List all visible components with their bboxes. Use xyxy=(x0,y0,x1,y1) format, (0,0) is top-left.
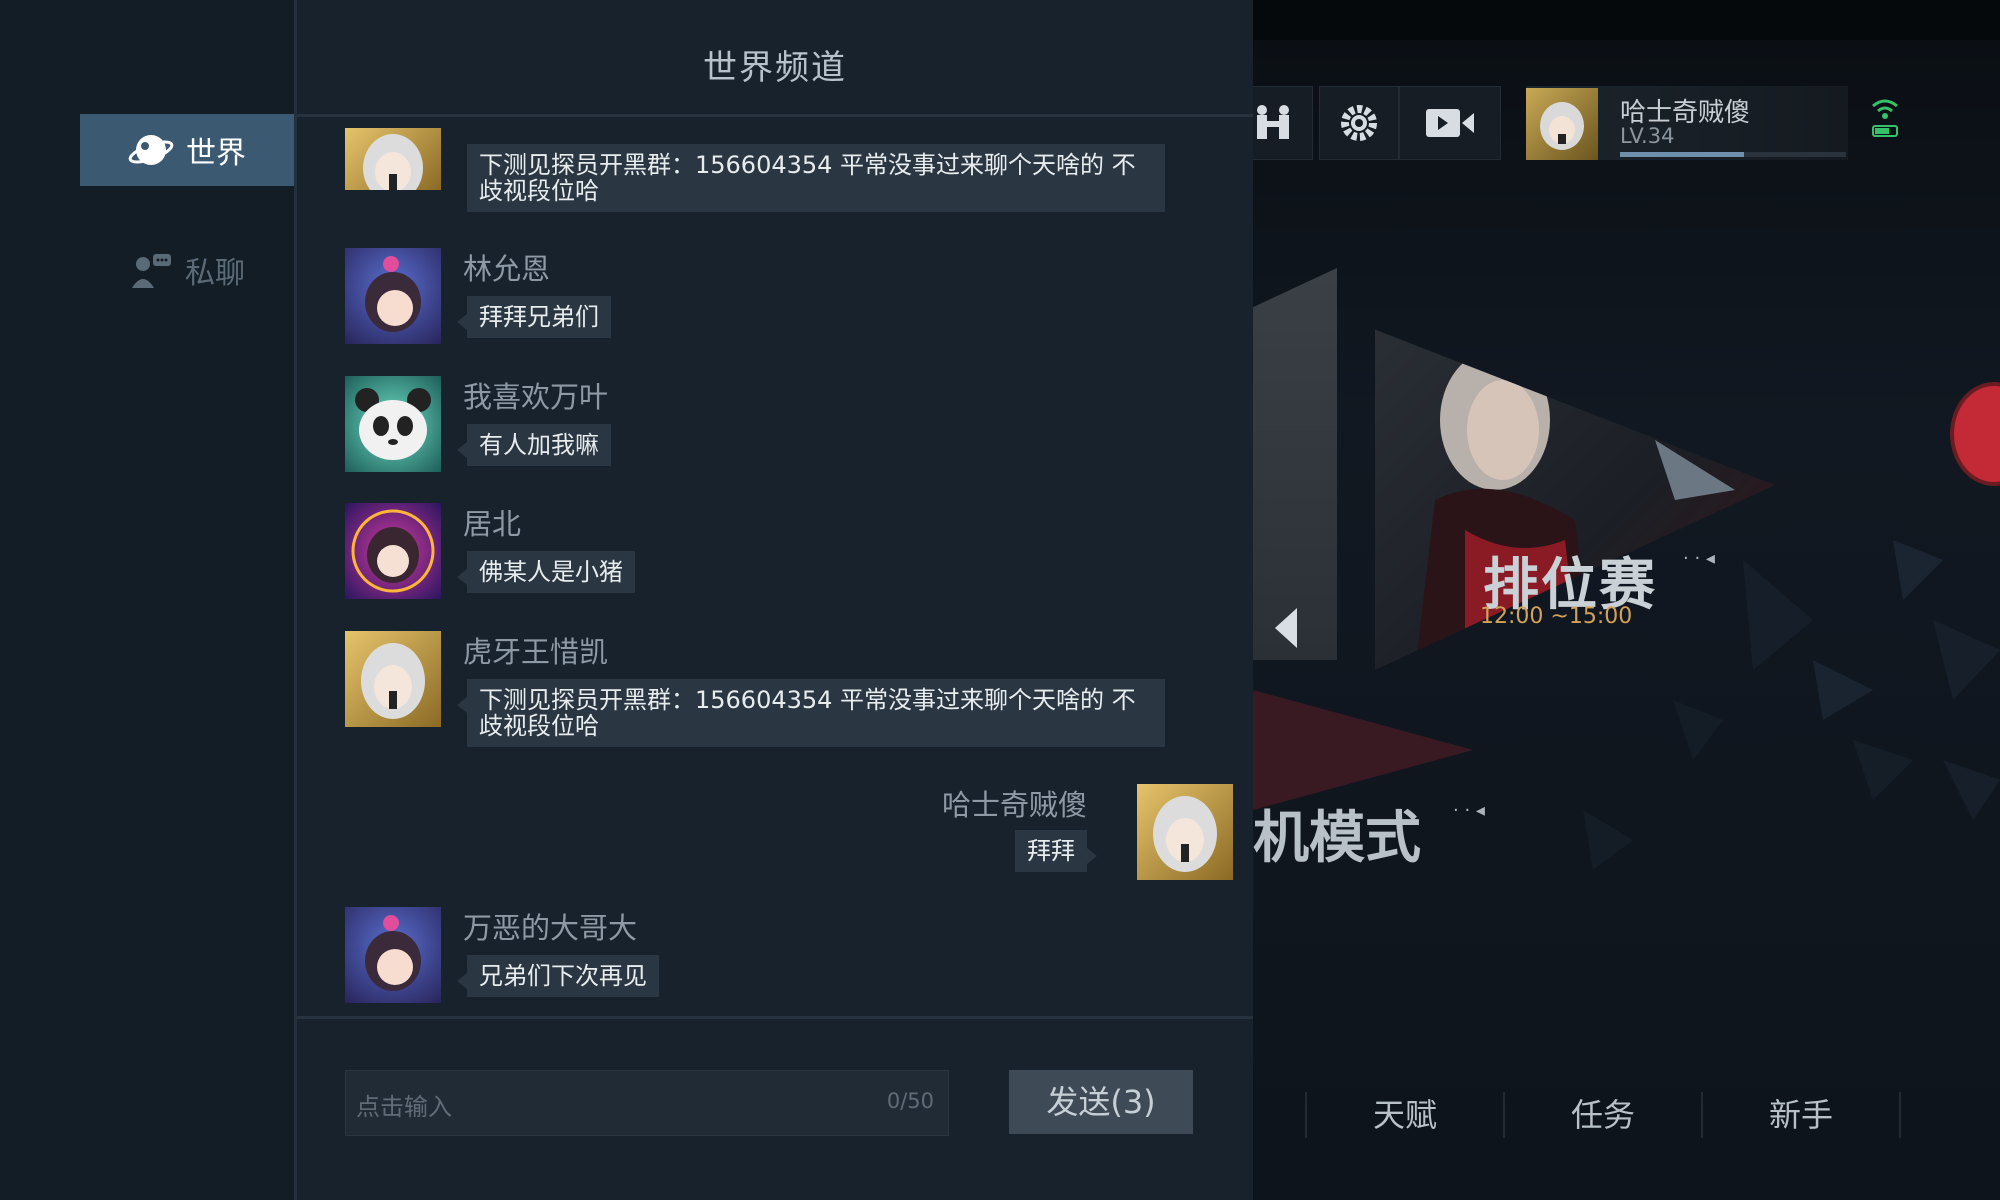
world-chat-panel: 世界频道 下测见探员开黑群：156604354 平常没事过来聊个天啥的 不歧视段… xyxy=(297,0,1253,1200)
message-sender-name[interactable]: 居北 xyxy=(463,501,521,543)
message-bubble: 下测见探员开黑群：156604354 平常没事过来聊个天啥的 不歧视段位哈 xyxy=(467,144,1165,212)
wifi-battery-icon xyxy=(1872,99,1898,137)
video-camera-icon xyxy=(1426,109,1474,137)
other-mode-dots: · · ◂ xyxy=(1453,800,1485,821)
player-profile-card[interactable]: 哈士奇贼傻 LV.34 xyxy=(1526,86,1848,160)
tab-separator xyxy=(1899,1092,1901,1138)
channel-tab-world-label: 世界 xyxy=(186,136,246,171)
xp-bar-fill xyxy=(1620,152,1745,157)
input-divider xyxy=(297,1016,1253,1019)
message-sender-name[interactable]: 虎牙王惜凯 xyxy=(463,629,608,671)
previous-mode-card[interactable] xyxy=(1253,268,1337,660)
message-bubble: 佛某人是小猪 xyxy=(457,551,635,593)
message-bubble: 拜拜 xyxy=(1015,830,1097,872)
tab-newbie[interactable]: 新手 xyxy=(1703,1090,1899,1140)
title-divider xyxy=(297,114,1253,117)
purple-girl-avatar-icon[interactable] xyxy=(345,907,441,1003)
gold-hood-avatar-icon[interactable] xyxy=(345,128,441,190)
chat-input-placeholder: 点击输入 xyxy=(356,1093,452,1121)
send-button[interactable]: 发送(3) xyxy=(1009,1070,1193,1134)
other-mode-banner xyxy=(1253,690,1473,810)
chat-input-counter: 0/50 xyxy=(886,1089,934,1113)
channel-tab-private-label: 私聊 xyxy=(185,256,245,291)
message-sender-name[interactable]: 哈士奇贼傻 xyxy=(942,782,1087,824)
message-bubble: 兄弟们下次再见 xyxy=(457,955,659,997)
gold-hood-avatar-icon[interactable] xyxy=(1137,784,1233,880)
player-avatar xyxy=(1526,88,1598,160)
neon-girl-avatar-icon[interactable] xyxy=(345,503,441,599)
team-button[interactable] xyxy=(1253,86,1313,160)
tab-talent[interactable]: 天赋 xyxy=(1307,1090,1503,1140)
game-lobby-background: 哈士奇贼傻 LV.34 排位赛 12:00 ~15:00 · · ◂ 机模式 ·… xyxy=(1253,0,2000,1200)
channel-tab-world[interactable]: 世界 xyxy=(80,114,294,186)
message-sender-name[interactable]: 万恶的大哥大 xyxy=(463,905,637,947)
player-level: LV.34 xyxy=(1620,124,1675,148)
chat-channel-sidebar: 世界 私聊 xyxy=(0,0,297,1200)
private-chat-icon xyxy=(132,254,171,288)
tab-tasks[interactable]: 任务 xyxy=(1505,1090,1701,1140)
channel-tab-private[interactable]: 私聊 xyxy=(80,234,294,306)
panda-avatar-icon[interactable] xyxy=(345,376,441,472)
settings-button[interactable] xyxy=(1319,86,1399,160)
message-sender-name[interactable]: 林允恩 xyxy=(463,246,550,288)
video-button[interactable] xyxy=(1399,86,1501,160)
left-arrow-icon[interactable] xyxy=(1275,608,1297,648)
rank-mode-dots: · · ◂ xyxy=(1683,548,1715,569)
chat-input-field[interactable]: 点击输入 0/50 xyxy=(345,1070,949,1136)
message-bubble: 拜拜兄弟们 xyxy=(457,296,611,338)
hooded-character-icon xyxy=(1540,102,1584,150)
rank-mode-time: 12:00 ~15:00 xyxy=(1480,604,1633,629)
gold-hood-avatar-icon[interactable] xyxy=(345,631,441,727)
planet-icon xyxy=(128,135,174,165)
gear-icon xyxy=(1341,105,1377,141)
purple-girl-avatar-icon[interactable] xyxy=(345,248,441,344)
chat-channel-title: 世界频道 xyxy=(703,48,847,88)
team-icon xyxy=(1257,105,1289,139)
message-bubble: 有人加我嘛 xyxy=(457,424,611,466)
message-sender-name[interactable]: 我喜欢万叶 xyxy=(463,374,608,416)
message-bubble: 下测见探员开黑群：156604354 平常没事过来聊个天啥的 不歧视段位哈 xyxy=(457,679,1165,747)
other-mode-title[interactable]: 机模式 xyxy=(1253,793,1421,874)
xp-bar xyxy=(1620,152,1846,157)
